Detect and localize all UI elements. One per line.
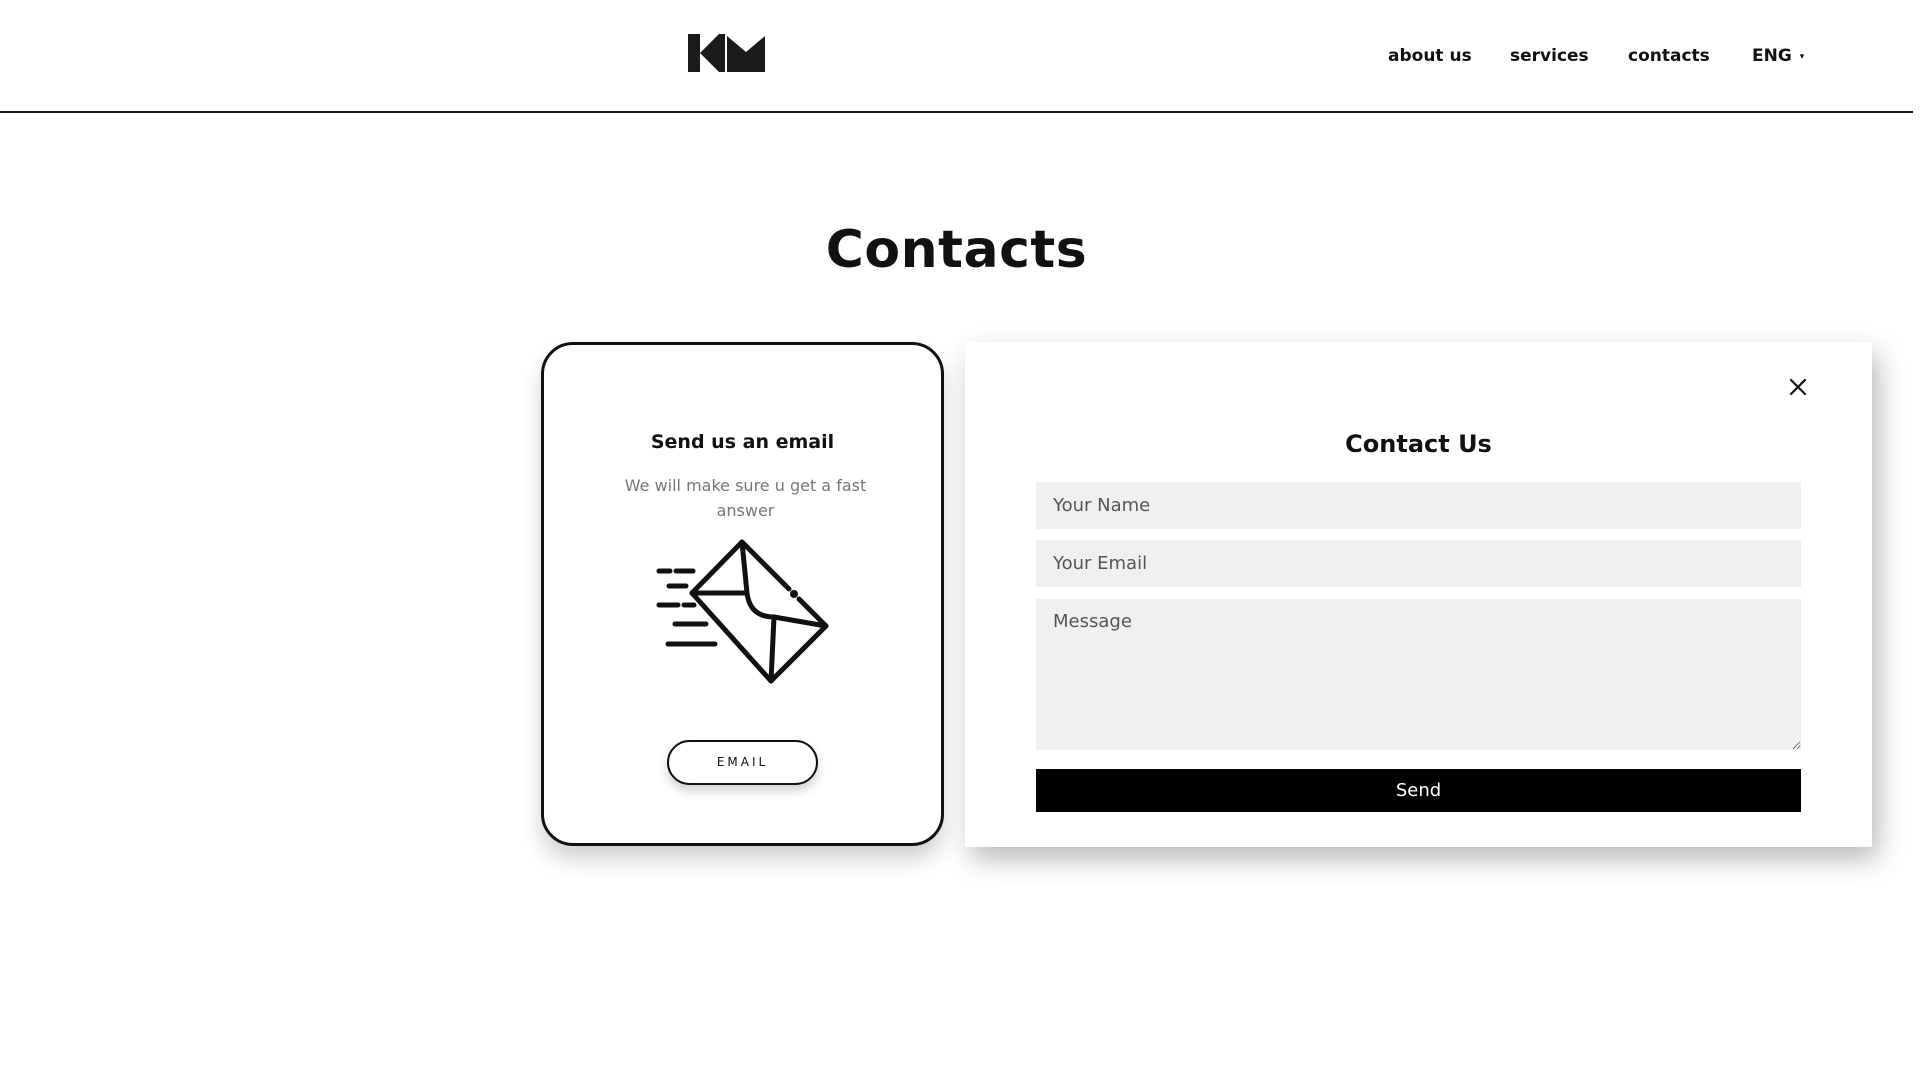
email-card-subtitle: We will make sure u get a fast answer [624,476,867,520]
email-card: Send us an email We will make sure u get… [541,342,944,846]
nav-about-us[interactable]: about us [1388,46,1472,66]
email-card-title: Send us an email [650,431,835,453]
flying-envelope-icon [656,539,829,684]
nav-contacts[interactable]: contacts [1628,46,1710,66]
email-field[interactable] [1036,540,1801,587]
site-header: about us services contacts ENG ▾ [0,0,1913,113]
km-logo-icon[interactable] [688,34,765,72]
email-button[interactable]: EMAIL [667,740,818,785]
message-field[interactable] [1036,599,1801,750]
nav-services[interactable]: services [1510,46,1589,66]
page-title: Contacts [825,220,1088,280]
chevron-down-icon: ▾ [1799,52,1805,62]
language-label: ENG [1752,46,1792,66]
contact-form-title: Contact Us [1345,430,1492,458]
close-icon[interactable] [1787,376,1809,398]
send-button[interactable]: Send [1036,769,1801,812]
name-field[interactable] [1036,482,1801,529]
contact-modal: Contact Us Send [965,342,1872,847]
language-selector[interactable]: ENG ▾ [1752,46,1804,66]
